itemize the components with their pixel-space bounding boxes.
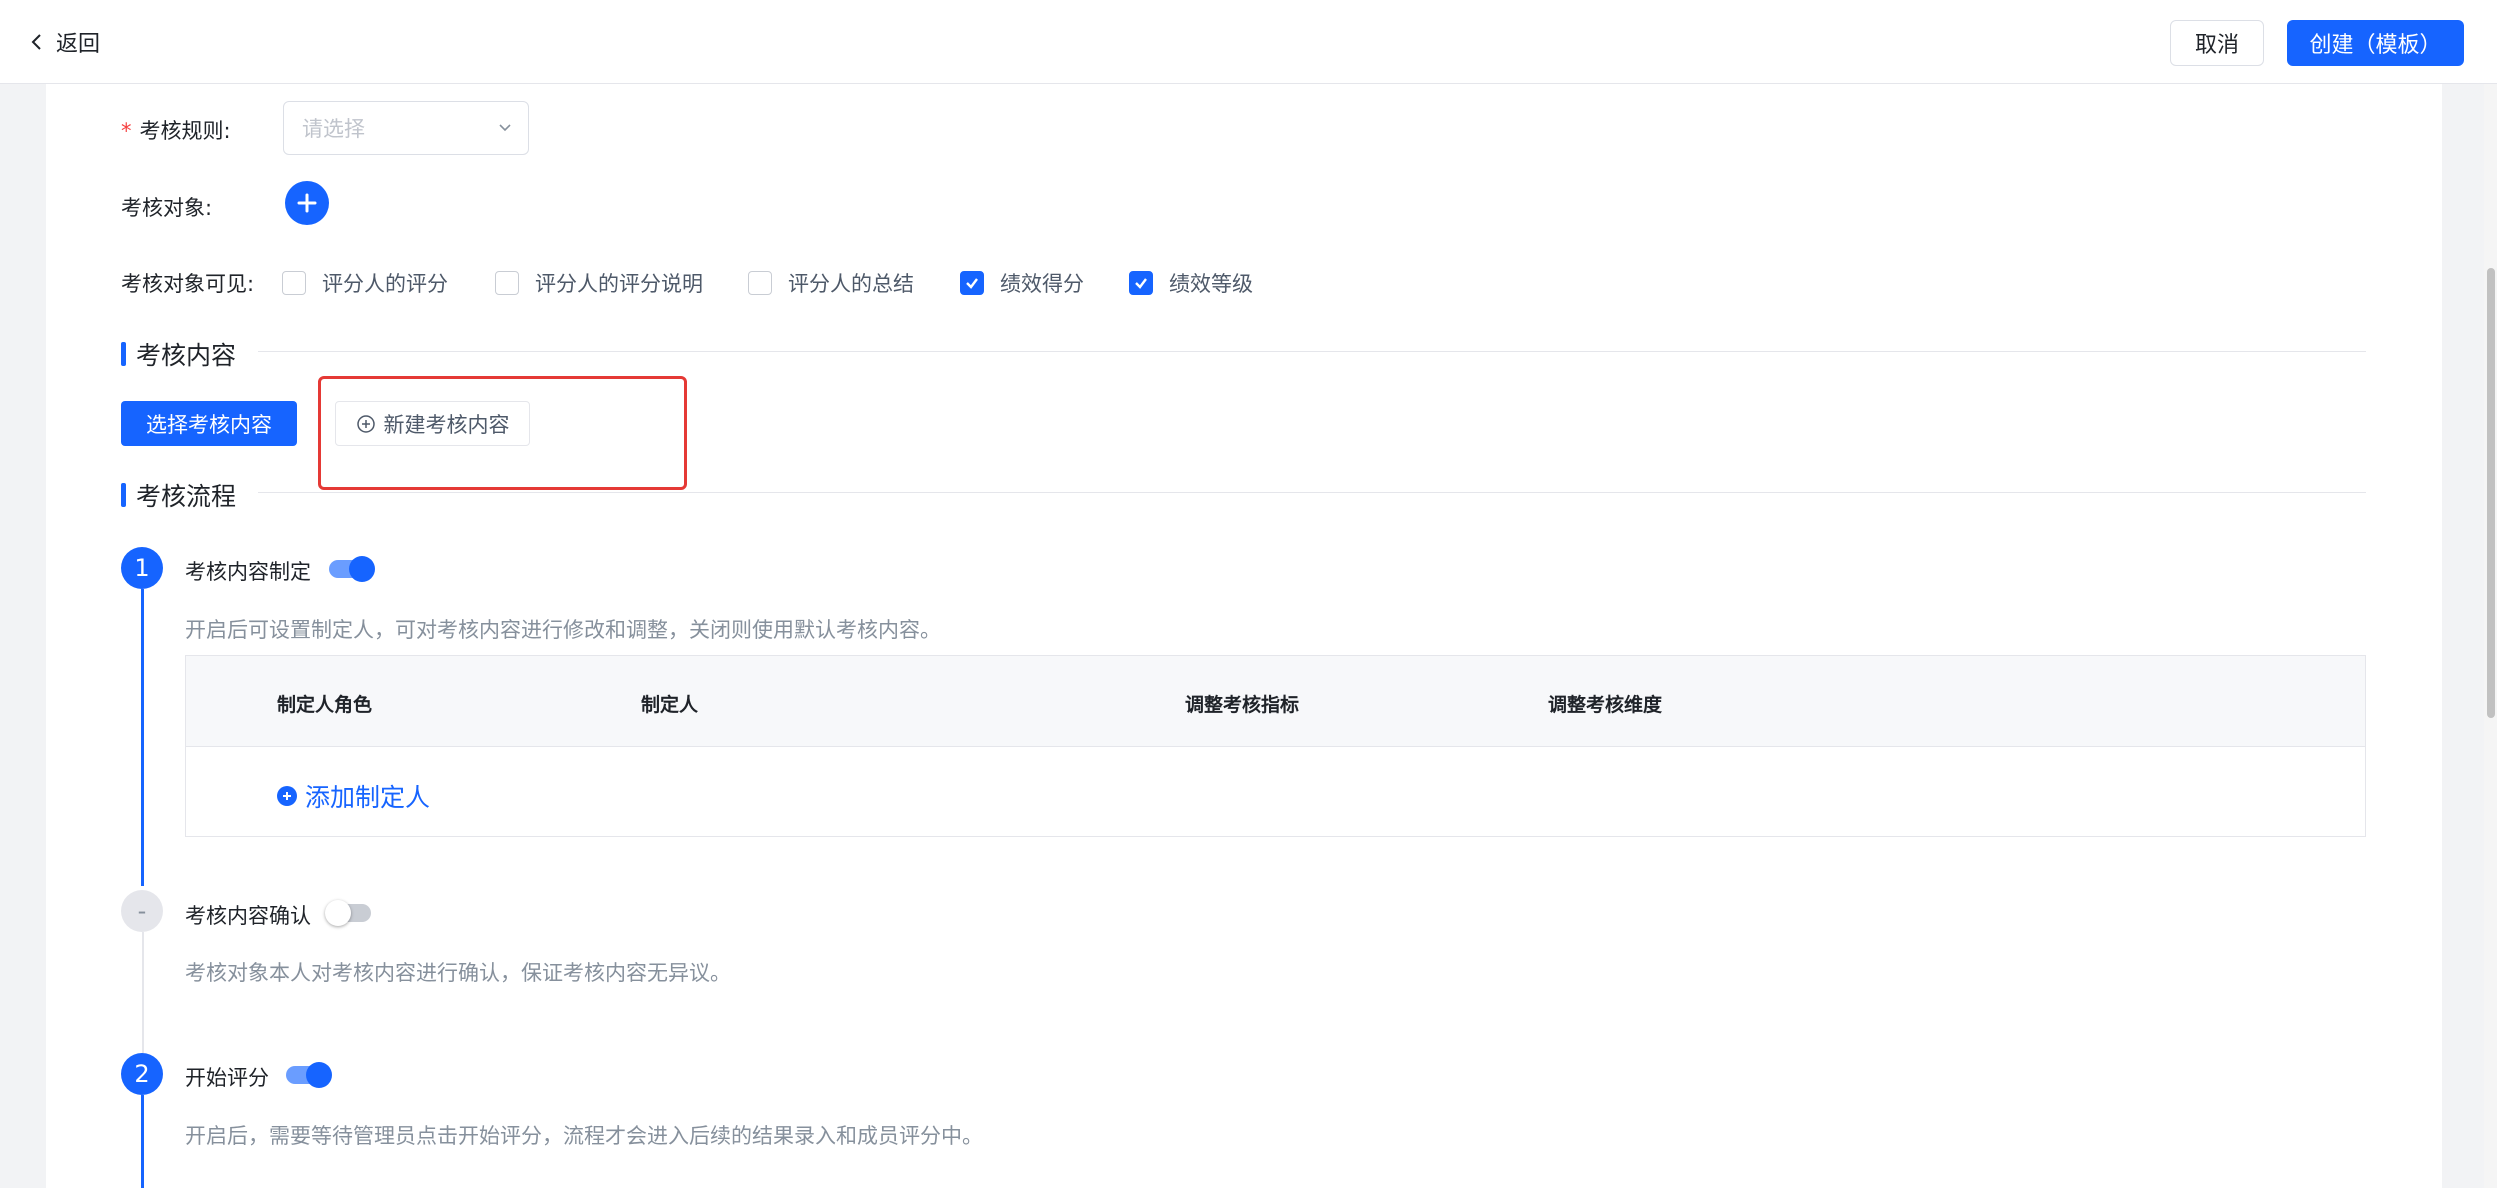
checkbox-performance-level[interactable]: 绩效等级	[1129, 268, 1253, 298]
column-header: 调整考核指标	[1185, 694, 1300, 716]
flow-section-title-text: 考核流程	[136, 482, 237, 511]
check-icon	[1135, 278, 1147, 289]
add-maker-label: 添加制定人	[305, 783, 431, 812]
maker-table-header: 制定人角色 制定人 调整考核指标 调整考核维度	[186, 656, 2365, 747]
create-template-button[interactable]: 创建（模板）	[2287, 20, 2464, 66]
step-toggle-start-scoring[interactable]	[286, 1062, 332, 1088]
back-button[interactable]: 返回	[30, 24, 100, 60]
step-marker-2: 2	[121, 1053, 163, 1095]
rule-label-text: 考核规则:	[139, 119, 231, 143]
section-marker	[121, 483, 126, 507]
step-title: 开始评分	[185, 1066, 269, 1090]
step-title: 考核内容确认	[185, 904, 311, 928]
step-connector	[141, 589, 144, 886]
scrollbar-thumb[interactable]	[2487, 268, 2495, 718]
rule-label: * 考核规则:	[121, 115, 231, 145]
top-bar: 返回 取消 创建（模板）	[0, 0, 2497, 84]
new-content-label: 新建考核内容	[383, 412, 510, 437]
checkbox-performance-score[interactable]: 绩效得分	[960, 268, 1084, 298]
rule-select-placeholder: 请选择	[302, 117, 365, 141]
column-header: 制定人	[641, 694, 699, 716]
visible-label: 考核对象可见:	[121, 272, 255, 296]
required-mark: *	[121, 119, 132, 143]
checkbox-box[interactable]	[1129, 271, 1153, 295]
back-label: 返回	[56, 32, 101, 57]
content-section-title: 考核内容	[121, 336, 236, 372]
rule-select[interactable]: 请选择	[283, 101, 529, 155]
chevron-left-icon	[31, 34, 41, 50]
cancel-button[interactable]: 取消	[2170, 20, 2264, 66]
checkbox-box[interactable]	[960, 271, 984, 295]
checkbox-box[interactable]	[748, 271, 772, 295]
column-header: 制定人角色	[277, 694, 373, 716]
checkbox-label: 绩效得分	[1000, 272, 1084, 296]
section-divider	[258, 492, 2366, 493]
step-toggle-content-confirm[interactable]	[325, 900, 371, 926]
step-description: 考核对象本人对考核内容进行确认，保证考核内容无异议。	[185, 961, 731, 985]
maker-table: 制定人角色 制定人 调整考核指标 调整考核维度 添加制定人	[185, 655, 2366, 837]
plus-icon	[297, 193, 317, 213]
checkbox-scorer-score[interactable]: 评分人的评分	[282, 268, 448, 298]
check-icon	[966, 278, 978, 289]
toggle-knob	[349, 556, 375, 582]
checkbox-label: 绩效等级	[1169, 272, 1253, 296]
checkbox-box[interactable]	[495, 271, 519, 295]
step-connector	[142, 932, 144, 1053]
content-section-title-text: 考核内容	[136, 341, 237, 370]
checkbox-scorer-summary[interactable]: 评分人的总结	[748, 268, 914, 298]
toggle-knob	[325, 900, 351, 926]
column-header: 调整考核维度	[1548, 694, 1663, 716]
section-marker	[121, 342, 126, 366]
step-description: 开启后，需要等待管理员点击开始评分，流程才会进入后续的结果录入和成员评分中。	[185, 1124, 983, 1148]
select-content-button[interactable]: 选择考核内容	[121, 401, 297, 446]
checkbox-scorer-comment[interactable]: 评分人的评分说明	[495, 268, 703, 298]
checkbox-label: 评分人的评分	[322, 272, 448, 296]
add-maker-link[interactable]: 添加制定人	[277, 778, 430, 814]
toggle-knob	[306, 1062, 332, 1088]
step-description: 开启后可设置制定人，可对考核内容进行修改和调整，关闭则使用默认考核内容。	[185, 618, 941, 642]
target-label: 考核对象:	[121, 196, 213, 220]
checkbox-label: 评分人的总结	[788, 272, 914, 296]
step-marker-1: 1	[121, 547, 163, 589]
step-title: 考核内容制定	[185, 560, 311, 584]
section-divider	[258, 351, 2366, 352]
flow-section-title: 考核流程	[121, 477, 236, 513]
checkbox-label: 评分人的评分说明	[535, 272, 703, 296]
plus-circle-icon	[277, 786, 297, 806]
new-content-button[interactable]: 新建考核内容	[335, 401, 530, 446]
plus-circle-icon	[356, 414, 375, 433]
checkbox-box[interactable]	[282, 271, 306, 295]
chevron-down-icon	[499, 124, 511, 132]
step-marker-disabled: -	[121, 890, 163, 932]
step-connector	[141, 1095, 144, 1188]
add-target-button[interactable]	[285, 181, 329, 225]
step-toggle-content-setting[interactable]	[329, 556, 375, 582]
